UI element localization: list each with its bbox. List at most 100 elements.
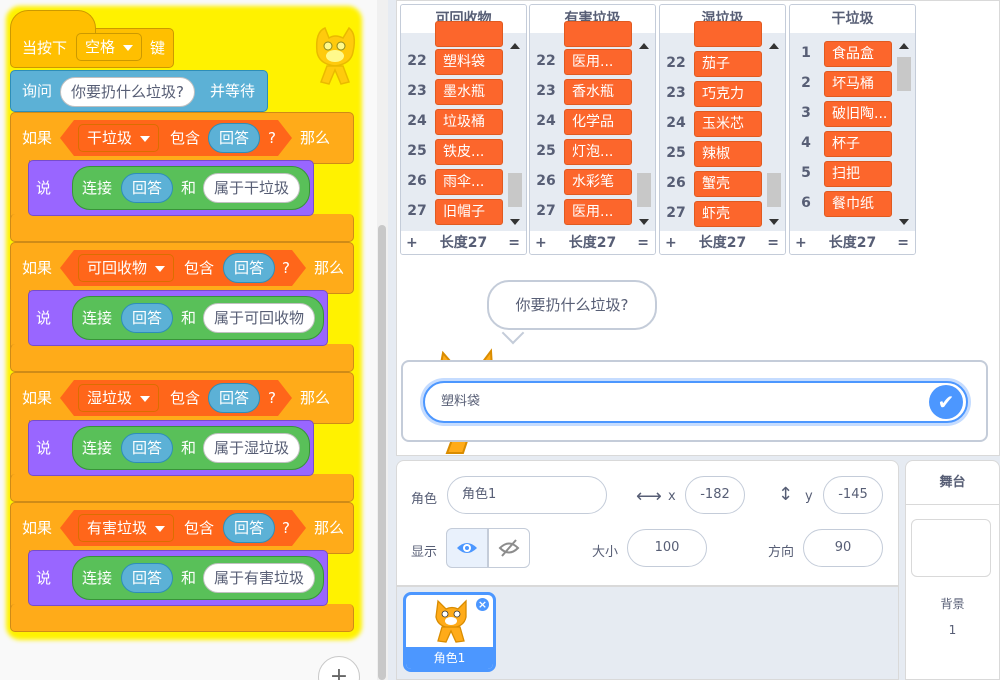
scroll-down-icon[interactable] <box>639 219 649 225</box>
ask-question-input[interactable]: 你要扔什么垃圾? <box>60 77 195 107</box>
answer-reporter[interactable]: 回答 <box>121 173 174 203</box>
list-dropdown-3[interactable]: 湿垃圾 <box>78 384 160 412</box>
code-scrollbar-thumb[interactable] <box>378 225 386 680</box>
chevron-down-icon <box>140 395 151 402</box>
answer-reporter[interactable]: 回答 <box>121 563 174 593</box>
resize-handle[interactable]: = <box>767 231 779 254</box>
scroll-down-icon[interactable] <box>769 219 779 225</box>
list-item-value <box>435 21 503 47</box>
list-item-value[interactable]: 化学品 <box>564 109 632 135</box>
list-monitor-hazardous[interactable]: 有害垃圾 22 医用... 23 香水瓶 24 化学品 25 灯泡... 26 水彩笔 2… <box>529 4 656 255</box>
key-dropdown[interactable]: 空格 <box>76 33 143 61</box>
list-scrollbar[interactable] <box>507 41 523 227</box>
resize-handle[interactable]: = <box>637 231 649 254</box>
answer-reporter[interactable]: 回答 <box>208 123 261 153</box>
list-item-value[interactable]: 食品盒 <box>824 41 892 67</box>
list-dropdown-2[interactable]: 可回收物 <box>78 254 175 282</box>
show-hidden-button[interactable] <box>488 528 530 568</box>
submit-check-icon[interactable]: ✔ <box>929 385 963 419</box>
size-field[interactable]: 100 <box>627 529 707 567</box>
sprite-tile-label: 角色1 <box>406 647 493 669</box>
list-item-value[interactable]: 茄子 <box>694 51 762 77</box>
list-item-value[interactable]: 旧帽子 <box>435 199 503 225</box>
answer-reporter[interactable]: 回答 <box>121 303 174 333</box>
list-monitor-recyclable[interactable]: 可回收物 22 塑料袋 23 墨水瓶 24 垃圾桶 25 铁皮... 26 雨伞... 2… <box>400 4 527 255</box>
list-item-index: 6 <box>801 195 811 211</box>
list-item-value[interactable]: 塑料袋 <box>435 49 503 75</box>
stage-thumbnail[interactable] <box>911 519 991 577</box>
then-label: 那么 <box>300 389 331 407</box>
list-item-value[interactable]: 垃圾桶 <box>435 109 503 135</box>
list-scrollbar[interactable] <box>896 41 912 227</box>
list-item-value[interactable]: 坏马桶 <box>824 71 892 97</box>
scroll-down-icon[interactable] <box>510 219 520 225</box>
scroll-down-icon[interactable] <box>899 219 909 225</box>
list-dropdown-4[interactable]: 有害垃圾 <box>78 514 175 542</box>
x-field[interactable]: -182 <box>685 476 745 514</box>
list-item-value[interactable]: 扫把 <box>824 161 892 187</box>
scroll-up-icon[interactable] <box>899 43 909 49</box>
scroll-up-icon[interactable] <box>510 43 520 49</box>
answer-reporter[interactable]: 回答 <box>223 513 276 543</box>
code-area[interactable]: 当按下 空格 键 询问 你要扔什么垃圾? 并等待 如果 干垃圾 包含 回答 ? … <box>0 0 388 680</box>
list-scrollbar[interactable] <box>766 41 782 227</box>
list-item-value[interactable]: 餐巾纸 <box>824 191 892 217</box>
list-item-value[interactable]: 蟹壳 <box>694 171 762 197</box>
list-dropdown-1[interactable]: 干垃圾 <box>78 124 160 152</box>
list-footer: + 长度27 = <box>790 231 915 254</box>
list-item-value[interactable]: 医用... <box>564 49 632 75</box>
list-monitor-dry[interactable]: 干垃圾 1 食品盒 2 坏马桶 3 破旧陶... 4 杯子 5 扫把 6 餐巾纸 + 长度2… <box>789 4 916 255</box>
sprite-name-field[interactable]: 角色1 <box>447 476 607 514</box>
answer-input[interactable]: 塑料袋 <box>423 381 968 423</box>
list-item-value[interactable]: 医用... <box>564 199 632 225</box>
list-scroll-thumb[interactable] <box>637 173 651 207</box>
join-text-input[interactable]: 属于有害垃圾 <box>203 563 316 593</box>
cat-thumbnail-icon <box>435 599 467 643</box>
sprite-name-label: 角色 <box>411 492 438 507</box>
list-scroll-thumb[interactable] <box>767 173 781 207</box>
list-item-value[interactable]: 香水瓶 <box>564 79 632 105</box>
direction-field[interactable]: 90 <box>803 529 883 567</box>
then-label: 那么 <box>314 519 345 537</box>
list-item-value[interactable]: 杯子 <box>824 131 892 157</box>
list-item-value[interactable]: 巧克力 <box>694 81 762 107</box>
list-item-value[interactable]: 水彩笔 <box>564 169 632 195</box>
list-item-value[interactable]: 玉米芯 <box>694 111 762 137</box>
list-monitor-wet[interactable]: 湿垃圾 22 茄子 23 巧克力 24 玉米芯 25 辣椒 26 蟹壳 27 虾壳 + 长度… <box>659 4 786 255</box>
list-item-value[interactable]: 灯泡... <box>564 139 632 165</box>
list-scroll-thumb[interactable] <box>508 173 522 207</box>
answer-reporter[interactable]: 回答 <box>121 433 174 463</box>
list-scrollbar[interactable] <box>636 41 652 227</box>
list-item-index: 24 <box>536 113 556 129</box>
list-item-value[interactable]: 破旧陶... <box>824 101 892 127</box>
join-text-input[interactable]: 属于可回收物 <box>203 303 316 333</box>
if-label: 如果 <box>22 389 53 407</box>
scroll-up-icon[interactable] <box>769 43 779 49</box>
if-foot-3 <box>10 474 354 502</box>
resize-handle[interactable]: = <box>897 231 909 254</box>
zoom-in-button[interactable]: + <box>318 656 360 680</box>
resize-handle[interactable]: = <box>508 231 520 254</box>
chevron-down-icon <box>140 135 151 142</box>
answer-reporter[interactable]: 回答 <box>208 383 261 413</box>
list-item-value[interactable]: 雨伞... <box>435 169 503 195</box>
y-field[interactable]: -145 <box>823 476 883 514</box>
answer-reporter[interactable]: 回答 <box>223 253 276 283</box>
contains-label: 包含 <box>184 519 215 537</box>
list-item-value[interactable]: 辣椒 <box>694 141 762 167</box>
list-item-value[interactable]: 墨水瓶 <box>435 79 503 105</box>
delete-sprite-icon[interactable]: × <box>474 596 491 613</box>
join-text-input[interactable]: 属于湿垃圾 <box>203 433 301 463</box>
scroll-up-icon[interactable] <box>639 43 649 49</box>
show-visible-button[interactable] <box>446 528 488 568</box>
list-item-value[interactable]: 虾壳 <box>694 201 762 227</box>
question-mark: ? <box>268 129 276 147</box>
contains-label: 包含 <box>170 389 201 407</box>
hat-prefix: 当按下 <box>22 39 68 57</box>
list-scroll-thumb[interactable] <box>897 57 911 91</box>
list-item-value[interactable]: 铁皮... <box>435 139 503 165</box>
stage-selector[interactable]: 舞台 背景 1 <box>905 460 1000 680</box>
list-item-index: 25 <box>536 143 556 159</box>
and-label: 和 <box>181 569 197 587</box>
join-text-input[interactable]: 属于干垃圾 <box>203 173 301 203</box>
